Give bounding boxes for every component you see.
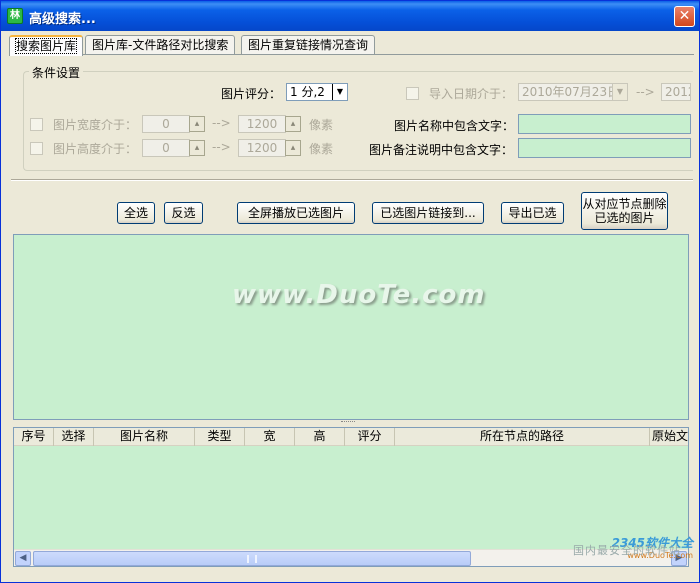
scroll-left-icon[interactable]: ◀ — [15, 551, 31, 566]
tab-search-gallery[interactable]: 搜索图片库 — [9, 35, 84, 56]
name-contains-label: 图片名称中包含文字： — [394, 119, 515, 133]
tab-label: 图片重复链接情况查询 — [248, 38, 369, 52]
import-date-from-value: 2010年07月23日 — [522, 85, 620, 99]
tab-duplicate-links[interactable]: 图片重复链接情况查询 — [241, 35, 376, 55]
height-min-spin-icon[interactable]: ▴ — [189, 140, 205, 156]
import-date-checkbox[interactable] — [406, 87, 419, 100]
column-header[interactable]: 类型 — [195, 428, 245, 446]
column-header[interactable]: 宽 — [245, 428, 295, 446]
invert-selection-button[interactable]: 反选 — [164, 202, 203, 224]
name-contains-input[interactable] — [518, 114, 691, 134]
width-label: 图片宽度介于： — [53, 118, 138, 132]
width-min-spin-icon[interactable]: ▴ — [189, 116, 205, 132]
brand-slogan: 国内最安全的软件站 — [573, 544, 681, 557]
title-bar[interactable]: 林 高级搜索... ✕ — [1, 1, 699, 31]
link-selected-button[interactable]: 已选图片链接到... — [372, 202, 484, 224]
tab-label: 图片库-文件路径对比搜索 — [92, 38, 229, 52]
column-header[interactable]: 评分 — [345, 428, 395, 446]
window-title: 高级搜索... — [29, 12, 96, 27]
date-range-arrow: --> — [636, 85, 655, 99]
width-max-spin-icon[interactable]: ▴ — [285, 116, 301, 132]
rating-value: 1 分,2 — [290, 85, 325, 99]
fullscreen-play-button[interactable]: 全屏播放已选图片 — [237, 202, 355, 224]
import-date-to-select[interactable]: 2012 — [661, 83, 691, 101]
separator — [11, 179, 693, 181]
tab-panel-border — [9, 54, 694, 57]
column-header[interactable]: 高 — [295, 428, 345, 446]
height-label: 图片高度介于： — [53, 142, 138, 156]
column-header[interactable]: 原始文 — [650, 428, 688, 446]
height-unit: 像素 — [309, 142, 334, 156]
conditions-legend: 条件设置 — [29, 64, 84, 81]
width-range-arrow: --> — [212, 116, 231, 130]
import-date-label: 导入日期介于： — [429, 87, 514, 101]
splitter-handle[interactable] — [341, 421, 355, 424]
column-header[interactable]: 选择 — [54, 428, 94, 446]
width-min-input[interactable]: 0 — [142, 115, 190, 133]
width-checkbox[interactable] — [30, 118, 43, 131]
chevron-down-icon[interactable]: ▼ — [332, 84, 347, 100]
height-max-input[interactable]: 1200 — [238, 139, 286, 157]
column-header[interactable]: 图片名称 — [94, 428, 195, 446]
import-date-to-value: 2012 — [665, 85, 690, 99]
chevron-down-icon[interactable]: ▼ — [612, 84, 627, 100]
tab-path-compare[interactable]: 图片库-文件路径对比搜索 — [85, 35, 236, 55]
height-min-input[interactable]: 0 — [142, 139, 190, 157]
height-range-arrow: --> — [212, 140, 231, 154]
rating-label: 图片评分： — [221, 87, 282, 101]
export-selected-button[interactable]: 导出已选 — [501, 202, 564, 224]
height-max-spin-icon[interactable]: ▴ — [285, 140, 301, 156]
note-contains-input[interactable] — [518, 138, 691, 158]
column-header[interactable]: 序号 — [14, 428, 54, 446]
import-date-from-select[interactable]: 2010年07月23日 ▼ — [518, 83, 628, 101]
width-unit: 像素 — [309, 118, 334, 132]
watermark: www.DuoTe.com — [232, 280, 486, 310]
image-preview-area[interactable]: www.DuoTe.com — [13, 234, 689, 420]
rating-select[interactable]: 1 分,2 ▼ — [286, 83, 348, 101]
width-max-input[interactable]: 1200 — [238, 115, 286, 133]
height-checkbox[interactable] — [30, 142, 43, 155]
tab-label: 搜索图片库 — [14, 38, 78, 54]
select-all-button[interactable]: 全选 — [117, 202, 155, 224]
close-button[interactable]: ✕ — [674, 6, 695, 27]
scrollbar-thumb[interactable] — [33, 551, 471, 566]
app-icon: 林 — [7, 8, 23, 24]
grip-icon — [247, 555, 257, 563]
advanced-search-window: 林 高级搜索... ✕ 搜索图片库 图片库-文件路径对比搜索 图片重复链接情况查… — [0, 0, 700, 583]
remove-from-node-button[interactable]: 从对应节点删除已选的图片 — [581, 192, 668, 230]
column-header[interactable]: 所在节点的路径 — [395, 428, 650, 446]
list-header: 序号 选择 图片名称 类型 宽 高 评分 所在节点的路径 原始文 — [14, 428, 688, 446]
note-contains-label: 图片备注说明中包含文字： — [369, 143, 514, 157]
